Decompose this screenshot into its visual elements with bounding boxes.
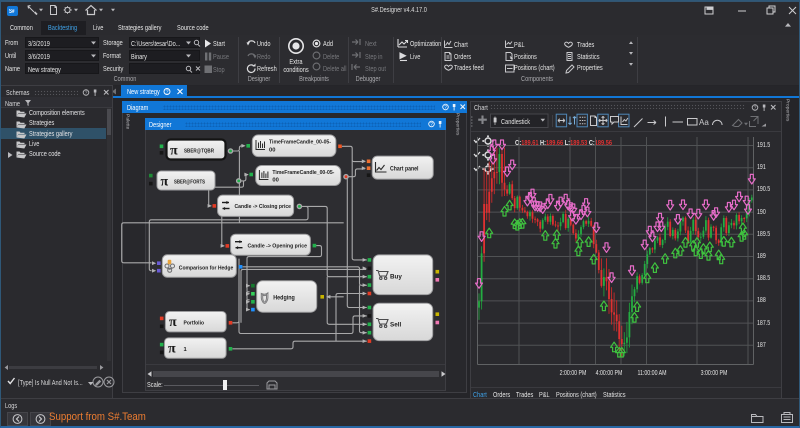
svg-text:?: ?	[444, 105, 447, 111]
svg-text:TimeFrameCandle_00-05-: TimeFrameCandle_00-05-	[269, 140, 331, 146]
svg-text:Sell: Sell	[390, 321, 401, 328]
svg-text:Hedging: Hedging	[273, 294, 295, 301]
svg-text:π: π	[168, 342, 176, 357]
svg-text:?: ?	[165, 90, 168, 96]
svg-text:?: ?	[85, 91, 88, 97]
svg-text:SBER@FORTS: SBER@FORTS	[174, 180, 205, 186]
svg-text:00: 00	[272, 178, 278, 184]
svg-text:Candle -> Opening price: Candle -> Opening price	[248, 243, 308, 249]
svg-text:00: 00	[269, 147, 275, 153]
svg-text:π: π	[169, 315, 177, 330]
svg-text:Buy: Buy	[390, 273, 402, 280]
svg-text:Comparison for Hedge: Comparison for Hedge	[179, 266, 234, 272]
svg-text:?: ?	[430, 122, 433, 128]
svg-text:Chart panel: Chart panel	[390, 166, 419, 173]
svg-text:π: π	[170, 144, 178, 159]
svg-text:Candle -> Closing price: Candle -> Closing price	[235, 204, 292, 210]
svg-text:SBER@TQBR: SBER@TQBR	[184, 149, 214, 155]
svg-text:π: π	[161, 175, 169, 190]
svg-text:TimeFrameCandle_00-05-: TimeFrameCandle_00-05-	[272, 170, 334, 176]
svg-text:Portfolio: Portfolio	[184, 321, 205, 327]
